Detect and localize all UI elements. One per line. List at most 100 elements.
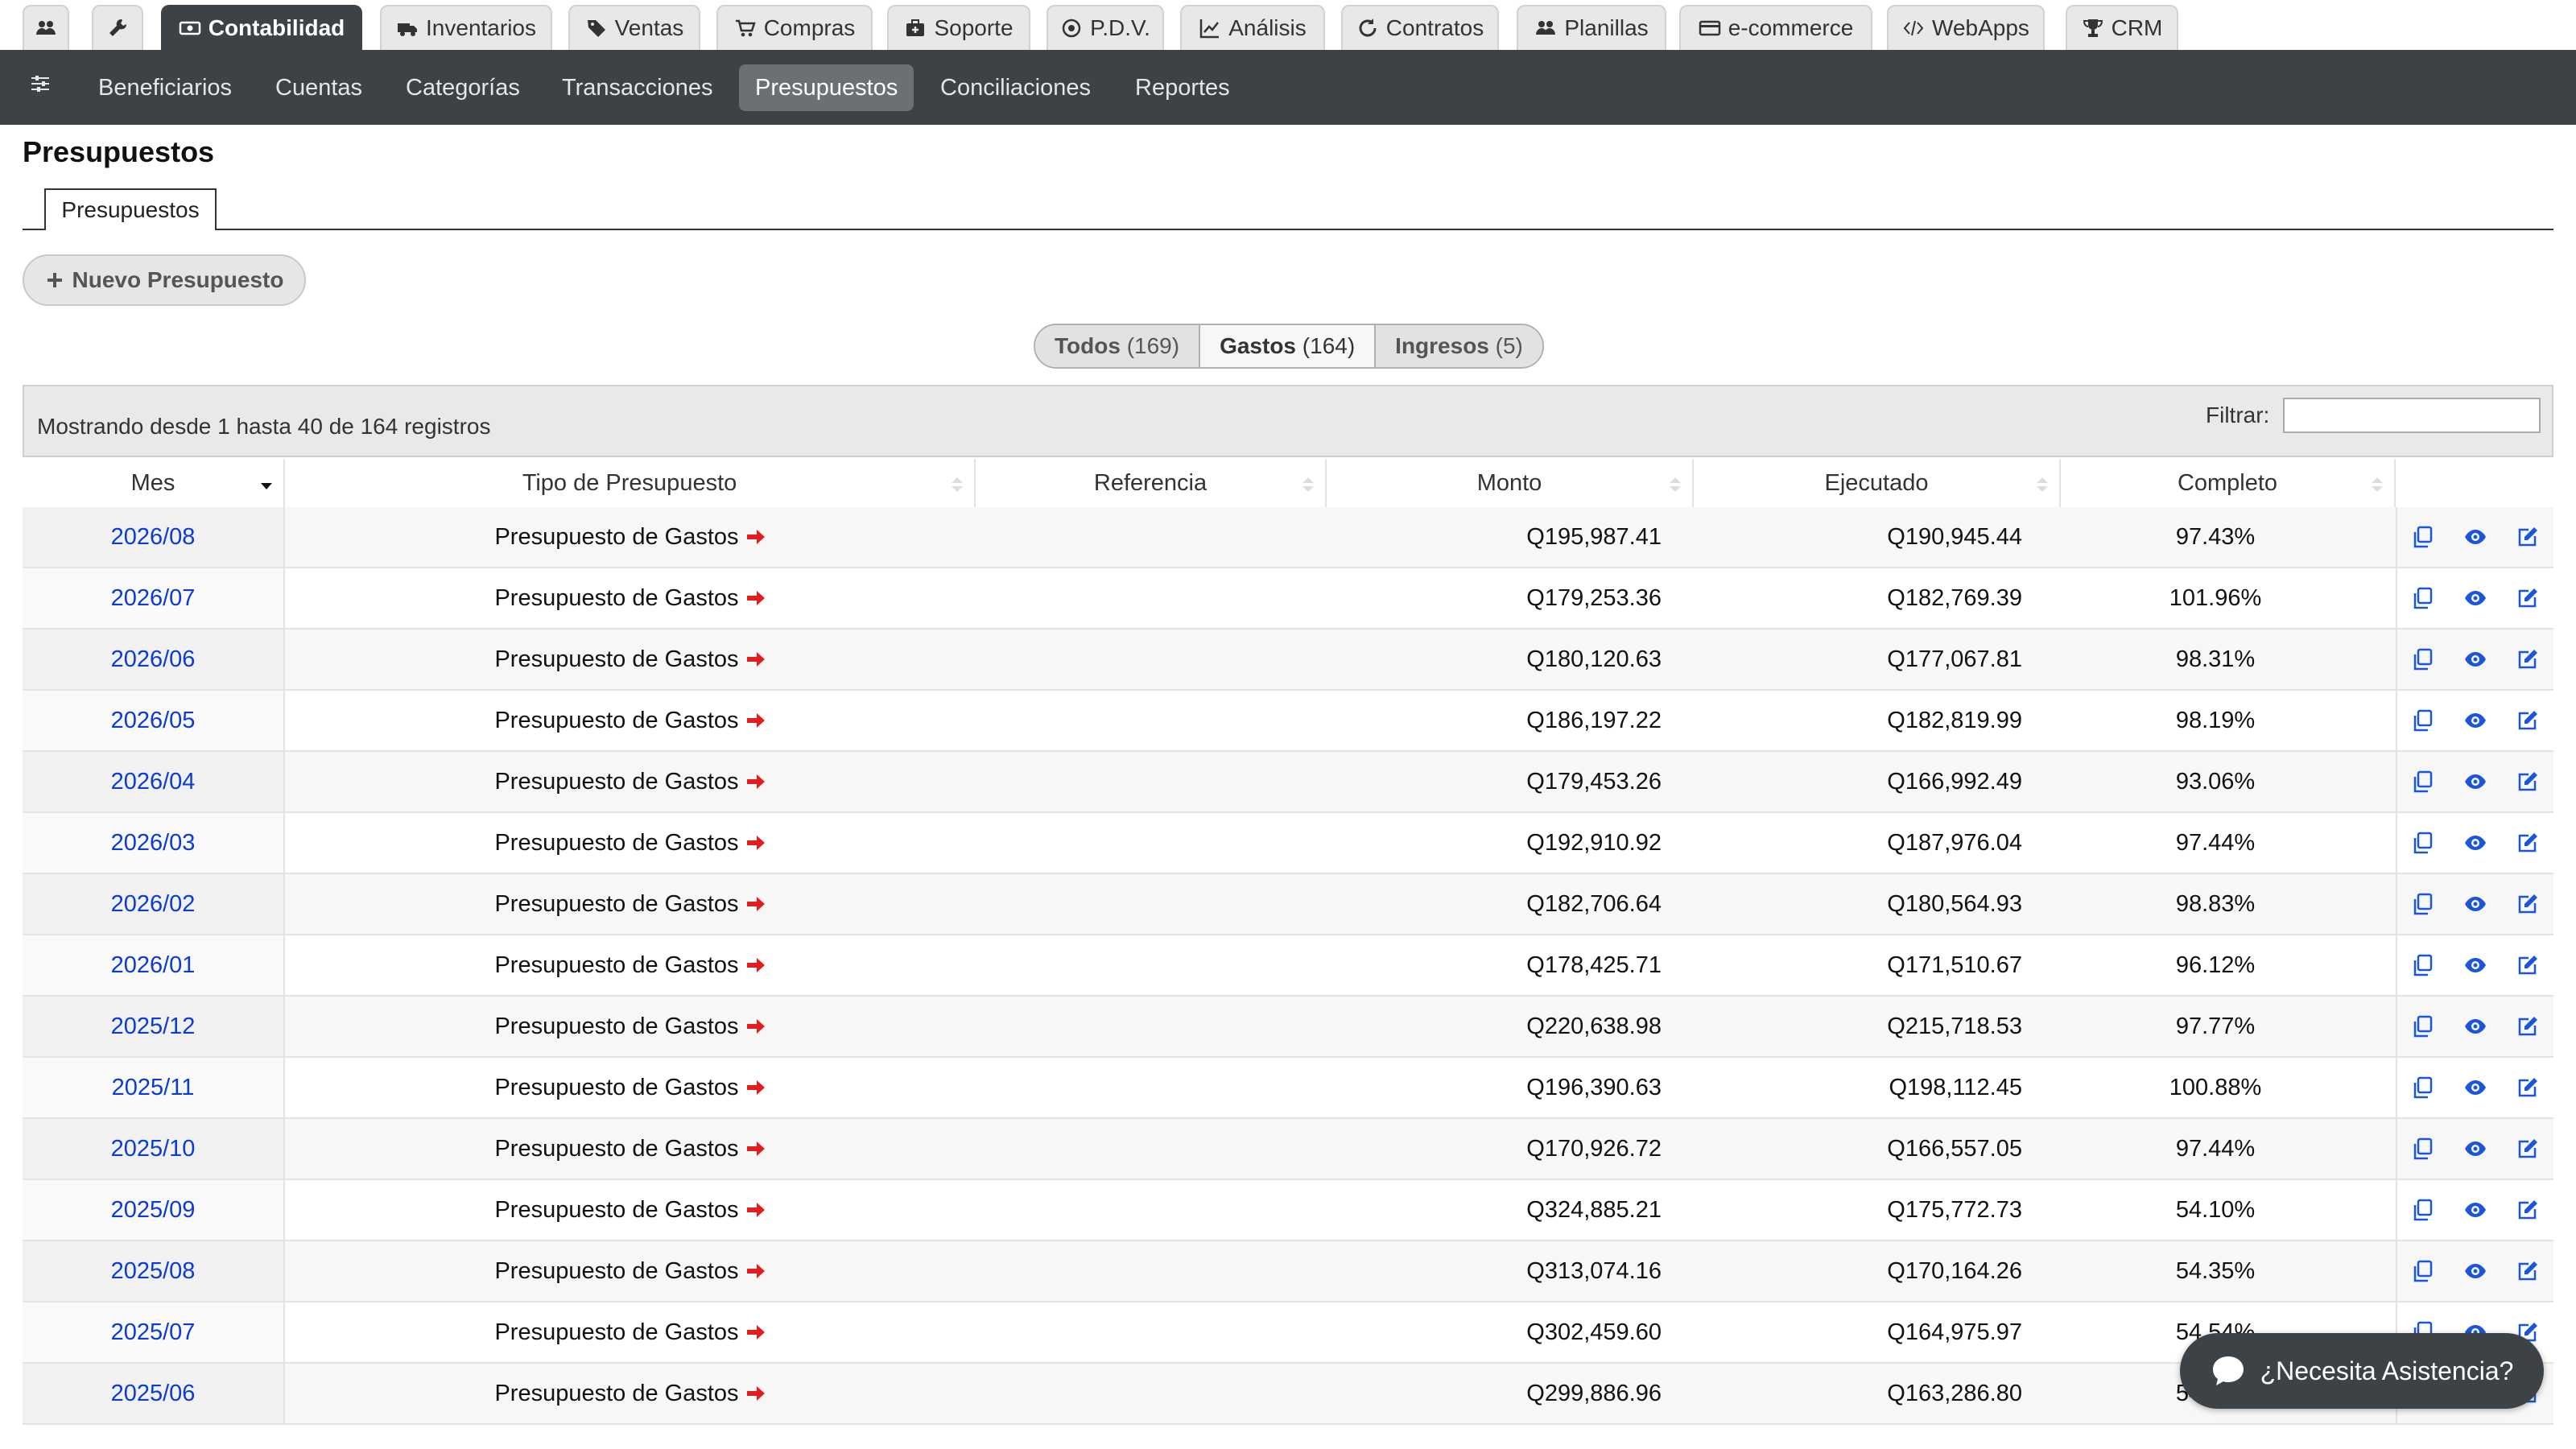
tab-presupuestos[interactable]: Presupuestos bbox=[44, 188, 217, 230]
copy-icon[interactable] bbox=[2411, 708, 2435, 733]
subnav-cuentas[interactable]: Cuentas bbox=[259, 64, 378, 111]
copy-icon[interactable] bbox=[2411, 1198, 2435, 1222]
edit-icon[interactable] bbox=[2516, 953, 2540, 977]
edit-icon[interactable] bbox=[2516, 892, 2540, 916]
tab-label: Planillas bbox=[1564, 15, 1649, 40]
eye-icon[interactable] bbox=[2463, 1014, 2487, 1038]
month-link[interactable]: 2025/12 bbox=[111, 1013, 196, 1039]
new-budget-button[interactable]: Nuevo Presupuesto bbox=[23, 254, 306, 306]
eye-icon[interactable] bbox=[2463, 953, 2487, 977]
subnav-transacciones[interactable]: Transacciones bbox=[546, 64, 729, 111]
filter-input[interactable] bbox=[2283, 398, 2541, 433]
month-link[interactable]: 2025/10 bbox=[111, 1136, 196, 1162]
subnav-beneficiarios[interactable]: Beneficiarios bbox=[82, 64, 248, 111]
subnav-reportes[interactable]: Reportes bbox=[1119, 64, 1246, 111]
tag-icon bbox=[585, 17, 608, 39]
eye-icon[interactable] bbox=[2463, 708, 2487, 733]
copy-icon[interactable] bbox=[2411, 1075, 2435, 1100]
month-link[interactable]: 2025/07 bbox=[111, 1319, 196, 1345]
edit-icon[interactable] bbox=[2516, 831, 2540, 855]
edit-icon[interactable] bbox=[2516, 1198, 2540, 1222]
month-link[interactable]: 2025/09 bbox=[111, 1197, 196, 1223]
tab-inventarios[interactable]: Inventarios bbox=[380, 5, 552, 50]
eye-icon[interactable] bbox=[2463, 831, 2487, 855]
tab-pdv[interactable]: P.D.V. bbox=[1046, 5, 1164, 50]
tab-ecommerce[interactable]: e-commerce bbox=[1679, 5, 1872, 50]
budget-type: Presupuesto de Gastos bbox=[494, 1075, 739, 1100]
tab-users[interactable] bbox=[23, 5, 69, 50]
tab-tools[interactable] bbox=[92, 5, 143, 50]
month-link[interactable]: 2026/03 bbox=[111, 830, 196, 856]
tab-compras[interactable]: Compras bbox=[716, 5, 873, 50]
month-link[interactable]: 2026/07 bbox=[111, 585, 196, 611]
column-tipo[interactable]: Tipo de Presupuesto bbox=[285, 459, 976, 507]
eye-icon[interactable] bbox=[2463, 586, 2487, 610]
copy-icon[interactable] bbox=[2411, 831, 2435, 855]
eye-icon[interactable] bbox=[2463, 1137, 2487, 1161]
subnav-categorias[interactable]: Categorías bbox=[390, 64, 536, 111]
tab-soporte[interactable]: Soporte bbox=[887, 5, 1030, 50]
eye-icon[interactable] bbox=[2463, 770, 2487, 794]
copy-icon[interactable] bbox=[2411, 770, 2435, 794]
copy-icon[interactable] bbox=[2411, 953, 2435, 977]
column-mes[interactable]: Mes bbox=[23, 459, 285, 507]
edit-icon[interactable] bbox=[2516, 1137, 2540, 1161]
column-monto[interactable]: Monto bbox=[1327, 459, 1694, 507]
edit-icon[interactable] bbox=[2516, 1075, 2540, 1100]
sliders-icon[interactable] bbox=[29, 72, 52, 95]
month-link[interactable]: 2026/04 bbox=[111, 769, 196, 795]
tab-contabilidad[interactable]: Contabilidad bbox=[161, 5, 362, 50]
copy-icon[interactable] bbox=[2411, 525, 2435, 549]
month-link[interactable]: 2026/02 bbox=[111, 891, 196, 917]
eye-icon[interactable] bbox=[2463, 892, 2487, 916]
copy-icon[interactable] bbox=[2411, 586, 2435, 610]
edit-icon[interactable] bbox=[2516, 770, 2540, 794]
copy-icon[interactable] bbox=[2411, 1137, 2435, 1161]
filter-ingresos[interactable]: Ingresos (5) bbox=[1374, 325, 1542, 367]
users-icon bbox=[1534, 17, 1557, 39]
tab-analisis[interactable]: Análisis bbox=[1180, 5, 1325, 50]
tab-contratos[interactable]: Contratos bbox=[1341, 5, 1499, 50]
copy-icon[interactable] bbox=[2411, 647, 2435, 671]
eye-icon[interactable] bbox=[2463, 647, 2487, 671]
eye-icon[interactable] bbox=[2463, 525, 2487, 549]
month-link[interactable]: 2025/06 bbox=[111, 1381, 196, 1406]
copy-icon[interactable] bbox=[2411, 892, 2435, 916]
column-referencia[interactable]: Referencia bbox=[976, 459, 1327, 507]
filter-todos[interactable]: Todos (169) bbox=[1035, 325, 1199, 367]
edit-icon[interactable] bbox=[2516, 708, 2540, 733]
edit-icon[interactable] bbox=[2516, 647, 2540, 671]
tab-crm[interactable]: CRM bbox=[2066, 5, 2178, 50]
cell-referencia bbox=[976, 997, 1327, 1056]
row-actions bbox=[2396, 1058, 2553, 1117]
month-link[interactable]: 2025/11 bbox=[112, 1075, 195, 1100]
filter-gastos[interactable]: Gastos (164) bbox=[1199, 325, 1375, 367]
column-completo[interactable]: Completo bbox=[2061, 459, 2396, 507]
month-link[interactable]: 2026/06 bbox=[111, 646, 196, 672]
edit-icon[interactable] bbox=[2516, 586, 2540, 610]
tab-webapps[interactable]: WebApps bbox=[1887, 5, 2045, 50]
month-link[interactable]: 2026/05 bbox=[111, 708, 196, 733]
cell-completo: 100.88% bbox=[2169, 1075, 2262, 1100]
filter-label: Todos bbox=[1055, 333, 1121, 358]
column-ejecutado[interactable]: Ejecutado bbox=[1694, 459, 2061, 507]
cell-monto: Q220,638.98 bbox=[1526, 1013, 1662, 1039]
eye-icon[interactable] bbox=[2463, 1075, 2487, 1100]
subnav-conciliaciones[interactable]: Conciliaciones bbox=[924, 64, 1107, 111]
help-chat-button[interactable]: ¿Necesita Asistencia? bbox=[2180, 1333, 2544, 1409]
month-link[interactable]: 2025/08 bbox=[111, 1258, 196, 1284]
edit-icon[interactable] bbox=[2516, 1259, 2540, 1283]
edit-icon[interactable] bbox=[2516, 525, 2540, 549]
month-link[interactable]: 2026/08 bbox=[111, 524, 196, 550]
edit-icon[interactable] bbox=[2516, 1014, 2540, 1038]
month-link[interactable]: 2026/01 bbox=[111, 952, 196, 978]
arrow-right-icon bbox=[745, 1138, 766, 1159]
tab-planillas[interactable]: Planillas bbox=[1517, 5, 1666, 50]
tab-label: Contabilidad bbox=[208, 15, 345, 40]
tab-ventas[interactable]: Ventas bbox=[568, 5, 700, 50]
copy-icon[interactable] bbox=[2411, 1014, 2435, 1038]
eye-icon[interactable] bbox=[2463, 1259, 2487, 1283]
copy-icon[interactable] bbox=[2411, 1259, 2435, 1283]
subnav-presupuestos[interactable]: Presupuestos bbox=[739, 64, 914, 111]
eye-icon[interactable] bbox=[2463, 1198, 2487, 1222]
